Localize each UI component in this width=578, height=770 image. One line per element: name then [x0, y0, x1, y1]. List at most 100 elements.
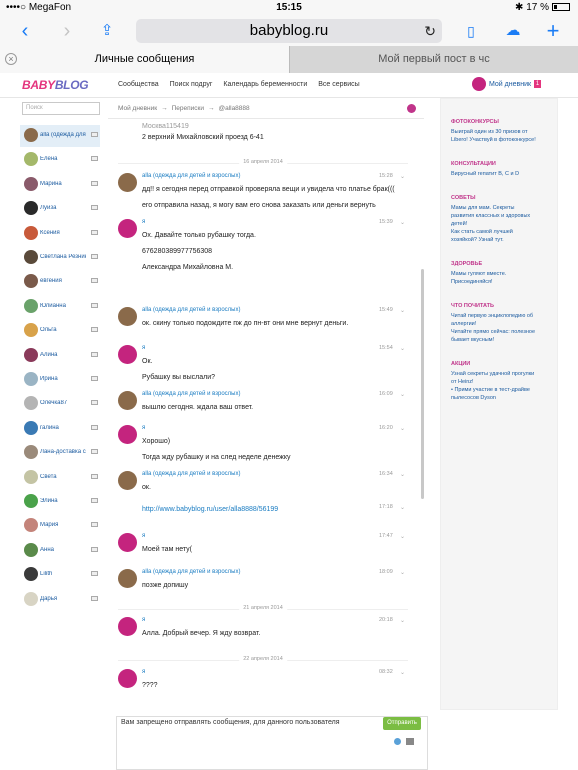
nav-find-friends[interactable]: Поиск подруг: [170, 81, 213, 88]
contact-item[interactable]: Анна: [20, 540, 100, 562]
scrollbar[interactable]: [421, 269, 424, 499]
avatar[interactable]: [118, 471, 137, 490]
chevron-down-icon[interactable]: ⌄: [400, 569, 405, 576]
bookmarks-icon[interactable]: ▯: [460, 20, 482, 42]
breadcrumb-conversations[interactable]: Переписки: [172, 105, 204, 112]
chevron-down-icon[interactable]: ⌄: [400, 391, 405, 398]
envelope-icon[interactable]: [91, 498, 98, 503]
chevron-down-icon[interactable]: ⌄: [400, 617, 405, 624]
contact-item[interactable]: Юлианна: [20, 296, 100, 318]
chevron-down-icon[interactable]: ⌄: [400, 471, 405, 478]
sidebar-link[interactable]: Читайте прямо сейчас: полезное: [451, 328, 551, 336]
nav-pregnancy-calendar[interactable]: Календарь беременности: [223, 81, 307, 88]
envelope-icon[interactable]: [91, 156, 98, 162]
envelope-icon[interactable]: [91, 132, 98, 137]
message-author[interactable]: я: [142, 425, 145, 431]
contact-item[interactable]: Мария: [20, 515, 100, 537]
envelope-icon[interactable]: [91, 571, 98, 577]
avatar[interactable]: [118, 307, 137, 326]
contact-item[interactable]: Света: [20, 467, 100, 489]
back-icon[interactable]: ‹: [14, 20, 36, 42]
avatar[interactable]: [118, 569, 137, 588]
image-icon[interactable]: [406, 738, 414, 745]
gear-icon[interactable]: [407, 104, 416, 113]
envelope-icon[interactable]: [91, 473, 98, 479]
envelope-icon[interactable]: [91, 400, 98, 406]
my-diary-link[interactable]: Мой дневник 1: [472, 77, 542, 91]
envelope-icon[interactable]: [91, 180, 98, 186]
chevron-down-icon[interactable]: ⌄: [400, 669, 405, 676]
chevron-down-icon[interactable]: ⌄: [400, 173, 405, 180]
contact-item[interactable]: Лана-доставка с: [20, 442, 100, 464]
send-button[interactable]: Отправить: [383, 717, 421, 730]
sidebar-link[interactable]: • Прими участие в тест-драйве: [451, 386, 551, 394]
contact-item[interactable]: Елена: [20, 149, 100, 171]
sidebar-link[interactable]: аллергии!: [451, 320, 551, 328]
envelope-icon[interactable]: [91, 327, 98, 333]
message-author[interactable]: alla (одежда для детей и взрослых): [142, 471, 240, 477]
sidebar-link[interactable]: от Heinz!: [451, 378, 551, 386]
forward-icon[interactable]: ›: [56, 20, 78, 42]
nav-communities[interactable]: Сообщества: [118, 81, 159, 88]
breadcrumb-user[interactable]: @alla8888: [218, 105, 249, 112]
nav-all-services[interactable]: Все сервисы: [318, 81, 359, 88]
sidebar-link[interactable]: бывает вкусным!: [451, 336, 551, 344]
sidebar-link[interactable]: Мамы для мам. Секреты: [451, 204, 551, 212]
envelope-icon[interactable]: [91, 254, 98, 259]
sidebar-link[interactable]: Присоединяйся!: [451, 278, 551, 286]
sidebar-link[interactable]: развития классных и здоровых: [451, 212, 551, 220]
sidebar-link[interactable]: Выиграй один из 30 призов от: [451, 128, 551, 136]
contact-item[interactable]: Марина: [20, 174, 100, 196]
chevron-down-icon[interactable]: ⌄: [400, 307, 405, 314]
message-author[interactable]: alla (одежда для детей и взрослых): [142, 391, 240, 397]
tab-messages[interactable]: × Личные сообщения: [0, 46, 289, 73]
message-author[interactable]: alla (одежда для детей и взрослых): [142, 307, 240, 313]
contact-item[interactable]: Луиза: [20, 198, 100, 220]
avatar[interactable]: [118, 391, 137, 410]
chevron-down-icon[interactable]: ⌄: [400, 425, 405, 432]
avatar[interactable]: [118, 533, 137, 552]
babyblog-logo[interactable]: BABYBLOG: [22, 78, 89, 92]
envelope-icon[interactable]: [91, 449, 98, 455]
envelope-icon[interactable]: [91, 376, 98, 381]
avatar[interactable]: [118, 617, 137, 636]
envelope-icon[interactable]: [91, 278, 98, 284]
contact-item[interactable]: Ксения: [20, 223, 100, 245]
chevron-down-icon[interactable]: ⌄: [400, 219, 405, 226]
message-author[interactable]: я: [142, 219, 145, 225]
contact-item[interactable]: евгения: [20, 271, 100, 293]
breadcrumb-my-diary[interactable]: Мой дневник: [118, 105, 157, 112]
close-icon[interactable]: ×: [5, 53, 17, 65]
message-author[interactable]: alla (одежда для детей и взрослых): [142, 173, 240, 179]
contact-item[interactable]: Ирина: [20, 369, 100, 391]
sidebar-link[interactable]: Libero! Участвуй в фотоконкурсе!: [451, 136, 551, 144]
chevron-down-icon[interactable]: ⌄: [400, 504, 405, 511]
avatar[interactable]: [118, 219, 137, 238]
sidebar-link[interactable]: хозяйкой? Узнай тут.: [451, 236, 551, 244]
envelope-icon[interactable]: [91, 351, 98, 357]
emoji-icon[interactable]: [394, 738, 401, 745]
contact-item[interactable]: Алина: [20, 345, 100, 367]
sidebar-link[interactable]: детей!: [451, 220, 551, 228]
contact-item[interactable]: галина: [20, 418, 100, 440]
contact-item[interactable]: Элина: [20, 491, 100, 513]
envelope-icon[interactable]: [91, 522, 98, 528]
reply-box[interactable]: Вам запрещено отправлять сообщения, для …: [116, 716, 428, 770]
envelope-icon[interactable]: [91, 229, 98, 235]
avatar[interactable]: [118, 669, 137, 688]
message-author[interactable]: alla (одежда для детей и взрослых): [142, 569, 240, 575]
reload-icon[interactable]: ↻: [424, 19, 436, 43]
new-tab-icon[interactable]: +: [542, 20, 564, 42]
sidebar-link[interactable]: пылесосов Dyson: [451, 394, 551, 402]
avatar[interactable]: [118, 345, 137, 364]
tab-first-post[interactable]: Мой первый пост в чс: [289, 46, 578, 73]
sidebar-link[interactable]: Читай первую энциклопедию об: [451, 312, 551, 320]
envelope-icon[interactable]: [91, 546, 98, 552]
envelope-icon[interactable]: [91, 424, 98, 430]
message-author[interactable]: я: [142, 617, 145, 623]
chevron-down-icon[interactable]: ⌄: [400, 533, 405, 540]
contact-item[interactable]: Олечка87: [20, 393, 100, 415]
contact-item[interactable]: Ольга: [20, 320, 100, 342]
sidebar-link[interactable]: Мамы гуляют вместе.: [451, 270, 551, 278]
contact-item[interactable]: Lilith: [20, 564, 100, 586]
